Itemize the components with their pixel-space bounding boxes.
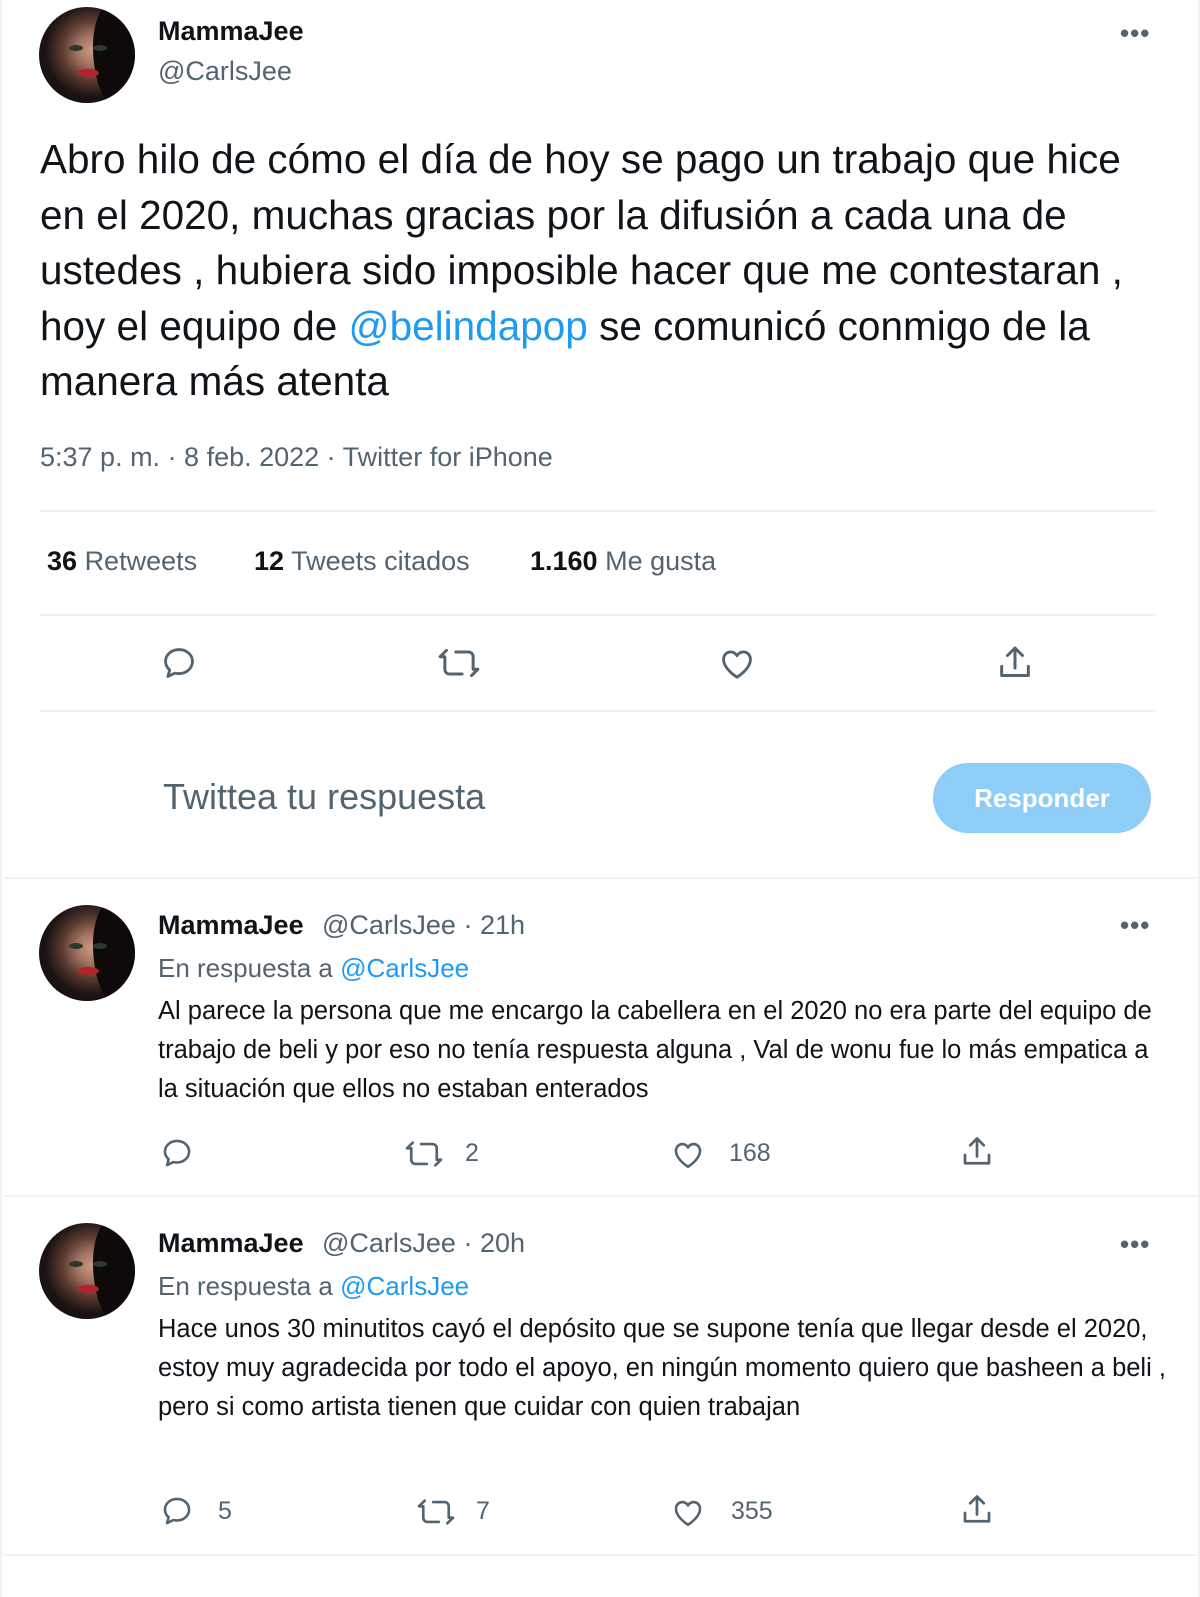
quotes-count: 12 xyxy=(254,546,285,576)
retweet-icon[interactable] xyxy=(416,1495,456,1529)
share-icon[interactable] xyxy=(995,643,1035,683)
tweet-timestamp[interactable]: 5:37 p. m. · 8 feb. 2022 · Twitter for i… xyxy=(40,442,553,473)
quotes-label: Tweets citados xyxy=(291,546,470,576)
reply-button[interactable]: Responder xyxy=(933,763,1151,833)
reply-icon[interactable] xyxy=(160,1136,194,1170)
divider xyxy=(40,710,1156,712)
reply-context: En respuesta a @CarlsJee xyxy=(158,1271,469,1302)
avatar[interactable] xyxy=(39,7,135,103)
share-icon[interactable] xyxy=(959,1134,995,1170)
like-icon[interactable] xyxy=(671,1496,705,1528)
tweet-text: Abro hilo de cómo el día de hoy se pago … xyxy=(40,132,1170,410)
like-icon[interactable] xyxy=(718,645,756,681)
retweet-count: 7 xyxy=(476,1497,490,1525)
divider xyxy=(40,510,1156,512)
reply-author-name[interactable]: MammaJee xyxy=(158,910,304,941)
likes-count: 1.160 xyxy=(530,546,598,576)
retweets-count: 36 xyxy=(47,546,78,576)
reply-icon[interactable] xyxy=(160,1494,194,1528)
retweets-label: Retweets xyxy=(84,546,198,576)
retweet-icon[interactable] xyxy=(437,644,481,682)
divider xyxy=(4,877,1200,879)
quotes-stat[interactable]: 12 Tweets citados xyxy=(254,546,470,577)
reply-context-label: En respuesta a xyxy=(158,1271,341,1301)
reply-handle-time[interactable]: @CarlsJee · 20h xyxy=(322,1228,525,1259)
reply-text: Al parece la persona que me encargo la c… xyxy=(158,997,1152,1103)
author-name[interactable]: MammaJee xyxy=(158,16,304,47)
more-options-icon[interactable]: ••• xyxy=(1120,18,1150,49)
reply-context-label: En respuesta a xyxy=(158,953,341,983)
share-icon[interactable] xyxy=(959,1492,995,1528)
reply-handle-time[interactable]: @CarlsJee · 21h xyxy=(322,910,525,941)
like-count: 168 xyxy=(729,1139,771,1167)
tweet-thread: MammaJee @CarlsJee ••• Abro hilo de cómo… xyxy=(0,0,1200,1597)
divider xyxy=(4,1195,1200,1197)
retweets-stat[interactable]: 36 Retweets xyxy=(47,546,197,577)
reply-icon[interactable] xyxy=(160,644,198,682)
reply-context: En respuesta a @CarlsJee xyxy=(158,953,469,984)
reply-mention-link[interactable]: @CarlsJee xyxy=(340,1271,469,1301)
reply-author-name[interactable]: MammaJee xyxy=(158,1228,304,1259)
author-handle[interactable]: @CarlsJee xyxy=(158,56,292,87)
reply-input[interactable]: Twittea tu respuesta xyxy=(163,776,485,818)
avatar[interactable] xyxy=(39,905,135,1001)
retweet-icon[interactable] xyxy=(404,1137,444,1171)
divider xyxy=(4,1554,1200,1556)
more-options-icon[interactable]: ••• xyxy=(1120,910,1150,941)
reply-count: 5 xyxy=(218,1497,232,1525)
reply-mention-link[interactable]: @CarlsJee xyxy=(340,953,469,983)
likes-label: Me gusta xyxy=(605,546,717,576)
retweet-count: 2 xyxy=(465,1139,479,1167)
avatar[interactable] xyxy=(39,1223,135,1319)
like-count: 355 xyxy=(731,1497,773,1525)
reply-text: Hace unos 30 minutitos cayó el depósito … xyxy=(158,1315,1166,1421)
more-options-icon[interactable]: ••• xyxy=(1120,1229,1150,1260)
divider xyxy=(40,614,1156,616)
likes-stat[interactable]: 1.160 Me gusta xyxy=(530,546,716,577)
mention-link[interactable]: @belindapop xyxy=(349,303,588,349)
like-icon[interactable] xyxy=(671,1138,705,1170)
